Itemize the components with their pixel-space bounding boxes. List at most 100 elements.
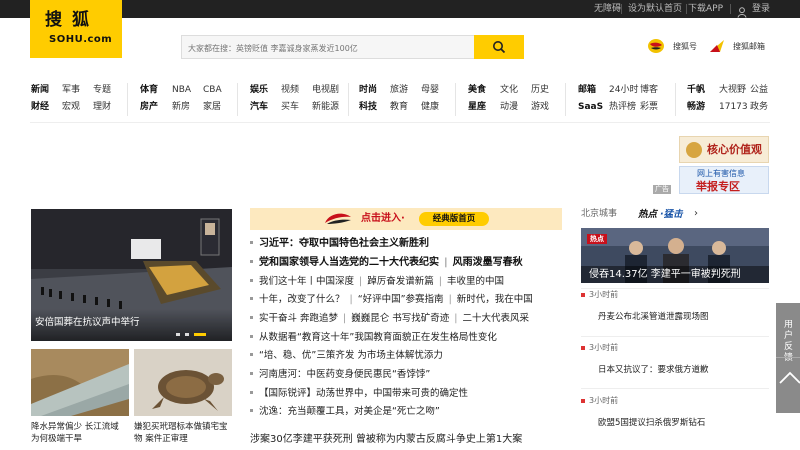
right-news-link[interactable]: 丹麦公布北溪管道泄露现场图 — [598, 312, 709, 323]
nav-home[interactable]: 家居 — [203, 101, 221, 113]
nav-newhomes[interactable]: 新房 — [172, 101, 190, 113]
nav-food[interactable]: 美食 — [468, 84, 486, 96]
nav-mail[interactable]: 邮箱 — [578, 84, 596, 96]
nav-blog[interactable]: 博客 — [640, 84, 658, 96]
news-carousel[interactable]: 安倍国葬在抗议声中举行 — [31, 209, 232, 341]
feature-caption[interactable]: 侵吞14.37亿 李建平一审被判死刑 — [589, 269, 741, 281]
news-link[interactable]: 从数据看“教育这十年”我国教育面貌正在发生格局性变化 — [259, 332, 497, 343]
nav-tvseries[interactable]: 电视剧 — [312, 84, 339, 96]
news-link[interactable]: 河南唐河：中医药变身便民惠民“香饽饽” — [259, 369, 430, 380]
nav-news[interactable]: 新闻 — [31, 84, 49, 96]
mail-link[interactable]: 搜狐邮箱 — [733, 41, 765, 53]
carousel-dot-active[interactable] — [194, 333, 206, 336]
nav-anime[interactable]: 动漫 — [500, 101, 518, 113]
nav-video[interactable]: 视频 — [281, 84, 299, 96]
nav-qianfan[interactable]: 千帆 — [687, 84, 705, 96]
news-link[interactable]: 踔厉奋发谱新篇 — [367, 276, 434, 287]
nav-bigview[interactable]: 大视野 — [719, 84, 746, 96]
download-app-link[interactable]: 下载APP — [688, 3, 723, 15]
nav-newenergy[interactable]: 新能源 — [312, 101, 339, 113]
news-link[interactable]: 二十大代表风采 — [462, 313, 529, 324]
nav-government[interactable]: 政务 — [750, 101, 768, 113]
nav-charity[interactable]: 公益 — [750, 84, 768, 96]
thumb-caption-line[interactable]: 物 案件正审理 — [134, 433, 188, 445]
nav-cba[interactable]: CBA — [203, 84, 222, 96]
core-values-ad[interactable]: 核心价值观 — [679, 136, 769, 163]
nav-education[interactable]: 教育 — [390, 101, 408, 113]
harmful-info-report-ad[interactable]: 网上有害信息 举报专区 — [679, 166, 769, 194]
nav-military[interactable]: 军事 — [62, 84, 80, 96]
news-link[interactable]: 新时代，我在中国 — [457, 294, 533, 305]
floating-side-panel: 用户反馈 — [776, 303, 800, 413]
news-link[interactable]: 【国际锐评】动荡世界中，中国带来可贵的确定性 — [259, 388, 468, 399]
classic-homepage-button[interactable]: 经典版首页 — [419, 212, 489, 226]
chevron-right-icon[interactable]: › — [694, 208, 698, 219]
news-link[interactable]: 风雨泼墨写春秋 — [453, 257, 523, 268]
classic-homepage-banner[interactable]: 点击进入· 经典版首页 — [250, 208, 562, 230]
search-button[interactable] — [474, 35, 524, 59]
news-link[interactable]: 实干奋斗 奔跑追梦 — [259, 313, 338, 324]
nav-24h[interactable]: 24小时 — [609, 84, 638, 96]
nav-changyou[interactable]: 畅游 — [687, 101, 705, 113]
nav-nba[interactable]: NBA — [172, 84, 191, 96]
news-link[interactable]: 沈逸：充当颠覆工具，对美企是“死亡之吻” — [259, 406, 440, 417]
nav-fashion[interactable]: 时尚 — [359, 84, 377, 96]
sohuhao-link[interactable]: 搜狐号 — [673, 41, 697, 53]
news-link[interactable]: 我们这十年丨中国深度 — [259, 276, 354, 287]
news-link[interactable]: “好评中国”参赛指南 — [358, 294, 444, 305]
back-to-top-icon[interactable] — [776, 365, 800, 391]
nav-travel[interactable]: 旅游 — [390, 84, 408, 96]
news-link[interactable]: 巍巍昆仑 书写找矿奇迹 — [351, 313, 449, 324]
nav-history[interactable]: 历史 — [531, 84, 549, 96]
nav-topics[interactable]: 专题 — [93, 84, 111, 96]
right-news-link[interactable]: 欧盟5国提议扫杀俄罗斯钻石 — [598, 418, 705, 429]
thumb-caption-line[interactable]: 嫌犯买玳瑁标本做镇宅宝 — [134, 421, 228, 433]
nav-entertainment[interactable]: 娱乐 — [250, 84, 268, 96]
right-news-link[interactable]: 日本又抗议了：要求俄方道歉 — [598, 365, 709, 376]
carousel-dot[interactable] — [176, 333, 180, 336]
nav-saas[interactable]: SaaS — [578, 101, 603, 113]
nav-17173[interactable]: 17173 — [719, 101, 748, 113]
nav-sports[interactable]: 体育 — [140, 84, 158, 96]
carousel-dot[interactable] — [185, 333, 189, 336]
news-link[interactable]: 党和国家领导人当选党的二十大代表纪实 — [259, 257, 439, 268]
nav-macro[interactable]: 宏观 — [62, 101, 80, 113]
accessibility-link[interactable]: 无障碍 — [594, 3, 621, 15]
nav-auto[interactable]: 汽车 — [250, 101, 268, 113]
carousel-caption[interactable]: 安倍国葬在抗议声中举行 — [35, 317, 140, 329]
search-input[interactable] — [182, 37, 475, 60]
divider — [776, 357, 800, 358]
nav-horoscope[interactable]: 星座 — [468, 101, 486, 113]
sohu-logo[interactable]: 搜狐 SOHU.com — [30, 0, 122, 58]
nav-tech[interactable]: 科技 — [359, 101, 377, 113]
news-link[interactable]: 十年，改变了什么？ — [259, 294, 345, 305]
feature-news-image[interactable]: 热点 侵吞14.37亿 李建平一审被判死刑 — [581, 228, 769, 283]
tab-hotspot[interactable]: 热点 — [638, 209, 657, 220]
nav-games[interactable]: 游戏 — [531, 101, 549, 113]
timestamp: 3小时前 — [581, 343, 618, 353]
news-link[interactable]: “培、稳、优”三策齐发 为市场主体解忧添力 — [259, 350, 443, 361]
news-link[interactable]: 习近平：夺取中国特色社会主义新胜利 — [259, 238, 429, 249]
nav-realestate[interactable]: 房产 — [140, 101, 158, 113]
tab-beijing[interactable]: 北京城事 — [581, 209, 617, 220]
nav-parenting[interactable]: 母婴 — [421, 84, 439, 96]
thumb-drought-image[interactable] — [31, 349, 129, 416]
bullet-icon — [250, 240, 253, 244]
nav-hotcomments[interactable]: 热评榜 — [609, 101, 636, 113]
nav-lottery[interactable]: 彩票 — [640, 101, 658, 113]
thumb-caption-line[interactable]: 降水异常偏少 长江流域 — [31, 421, 119, 433]
nav-health[interactable]: 健康 — [421, 101, 439, 113]
nav-culture[interactable]: 文化 — [500, 84, 518, 96]
nav-wealth[interactable]: 理财 — [93, 101, 111, 113]
set-homepage-link[interactable]: 设为默认首页 — [628, 3, 682, 15]
mail-icon — [708, 38, 726, 58]
login-link[interactable]: 登录 — [752, 3, 770, 15]
news-link[interactable]: 丰收里的中国 — [447, 276, 504, 287]
nav-buycar[interactable]: 买车 — [281, 101, 299, 113]
nav-finance[interactable]: 财经 — [31, 101, 49, 113]
tab-hotspot-suffix[interactable]: ·猛击 — [660, 209, 683, 220]
thumb-turtle-image[interactable] — [134, 349, 232, 416]
thumb-caption-line[interactable]: 为何极端干旱 — [31, 433, 82, 445]
banner-flag-icon — [323, 211, 353, 230]
news-link[interactable]: 涉案30亿李建平获死刑 曾被称为内蒙古反腐斗争史上第1大案 — [250, 434, 522, 445]
